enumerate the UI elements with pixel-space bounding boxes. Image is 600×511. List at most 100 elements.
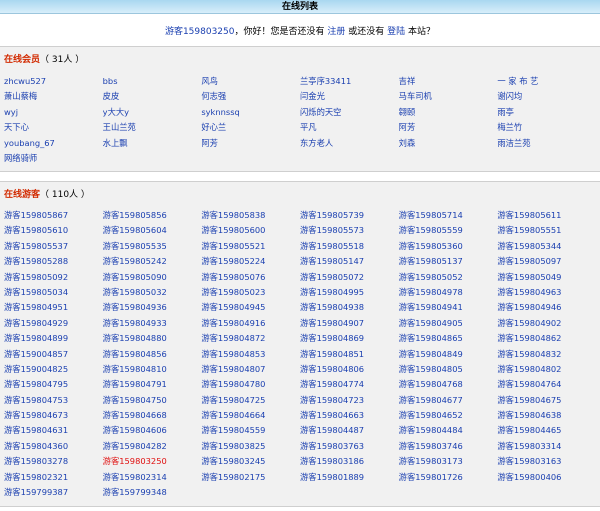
guest-link[interactable]: 游客159805049 bbox=[497, 270, 596, 285]
guest-link[interactable]: 游客159804869 bbox=[300, 331, 399, 346]
member-link[interactable]: 水上飘 bbox=[103, 136, 202, 151]
guest-link[interactable]: 游客159805092 bbox=[4, 270, 103, 285]
guest-link[interactable]: 游客159805551 bbox=[497, 223, 596, 238]
guest-link[interactable]: 游客159805573 bbox=[300, 223, 399, 238]
guest-link[interactable]: 游客159799387 bbox=[4, 485, 103, 500]
guest-link[interactable]: 游客159805023 bbox=[201, 285, 300, 300]
member-link[interactable]: y大大y bbox=[103, 105, 202, 120]
guest-link[interactable]: 游客159804806 bbox=[300, 362, 399, 377]
guest-link[interactable]: 游客159804664 bbox=[201, 408, 300, 423]
guest-link[interactable]: 游客159804905 bbox=[399, 316, 498, 331]
guest-link[interactable]: 游客159804802 bbox=[497, 362, 596, 377]
guest-link[interactable]: 游客159004857 bbox=[4, 347, 103, 362]
member-link[interactable]: 刘森 bbox=[399, 136, 498, 151]
guest-link[interactable]: 游客159804907 bbox=[300, 316, 399, 331]
guest-link[interactable]: 游客159803825 bbox=[201, 439, 300, 454]
member-link[interactable]: 兰亭序33411 bbox=[300, 74, 399, 89]
guest-link[interactable]: 游客159803186 bbox=[300, 454, 399, 469]
member-link[interactable]: 雨亭 bbox=[497, 105, 596, 120]
member-link[interactable]: 阿芳 bbox=[201, 136, 300, 151]
member-link[interactable]: 风鸟 bbox=[201, 74, 300, 89]
guest-link[interactable]: 游客159804872 bbox=[201, 331, 300, 346]
guest-link[interactable]: 游客159804675 bbox=[497, 393, 596, 408]
guest-link[interactable]: 游客159804780 bbox=[201, 377, 300, 392]
guest-link[interactable]: 游客159804963 bbox=[497, 285, 596, 300]
guest-link[interactable]: 游客159804764 bbox=[497, 377, 596, 392]
guest-link[interactable]: 游客159804916 bbox=[201, 316, 300, 331]
member-link[interactable]: 一 家 布 艺 bbox=[497, 74, 596, 89]
guest-link[interactable]: 游客159805052 bbox=[399, 270, 498, 285]
guest-link[interactable]: 游客159804673 bbox=[4, 408, 103, 423]
guest-link[interactable]: 游客159804725 bbox=[201, 393, 300, 408]
guest-link[interactable]: 游客159804795 bbox=[4, 377, 103, 392]
member-link[interactable]: 翱颐 bbox=[399, 105, 498, 120]
guest-link[interactable]: 游客159804638 bbox=[497, 408, 596, 423]
guest-link[interactable]: 游客159799348 bbox=[103, 485, 202, 500]
guest-link[interactable]: 游客159804652 bbox=[399, 408, 498, 423]
member-link[interactable]: bbs bbox=[103, 74, 202, 89]
guest-link[interactable]: 游客159804946 bbox=[497, 300, 596, 315]
guest-link[interactable]: 游客159805714 bbox=[399, 208, 498, 223]
guest-link[interactable]: 游客159804853 bbox=[201, 347, 300, 362]
member-link[interactable]: 马车司机 bbox=[399, 89, 498, 104]
guest-link[interactable]: 游客159802175 bbox=[201, 470, 300, 485]
guest-link[interactable]: 游客159804880 bbox=[103, 331, 202, 346]
guest-link[interactable]: 游客159805521 bbox=[201, 239, 300, 254]
guest-link[interactable]: 游客159804791 bbox=[103, 377, 202, 392]
member-link[interactable]: 闫金光 bbox=[300, 89, 399, 104]
guest-link[interactable]: 游客159805242 bbox=[103, 254, 202, 269]
guest-link[interactable]: 游客159805147 bbox=[300, 254, 399, 269]
guest-link[interactable]: 游客159804945 bbox=[201, 300, 300, 315]
guest-link[interactable]: 游客159803163 bbox=[497, 454, 596, 469]
guest-link[interactable]: 游客159804753 bbox=[4, 393, 103, 408]
guest-link[interactable]: 游客159805344 bbox=[497, 239, 596, 254]
guest-link[interactable]: 游客159804750 bbox=[103, 393, 202, 408]
guest-link[interactable]: 游客159804862 bbox=[497, 331, 596, 346]
member-link[interactable]: wyj bbox=[4, 105, 103, 120]
guest-link[interactable]: 游客159804282 bbox=[103, 439, 202, 454]
guest-link[interactable]: 游客159804723 bbox=[300, 393, 399, 408]
guest-link[interactable]: 游客159804941 bbox=[399, 300, 498, 315]
guest-link[interactable]: 游客159805600 bbox=[201, 223, 300, 238]
guest-link[interactable]: 游客159805076 bbox=[201, 270, 300, 285]
guest-link[interactable]: 游客159805537 bbox=[4, 239, 103, 254]
member-link[interactable]: 东方老人 bbox=[300, 136, 399, 151]
member-link[interactable]: 皮皮 bbox=[103, 89, 202, 104]
guest-link[interactable]: 游客159804938 bbox=[300, 300, 399, 315]
guest-link[interactable]: 游客159804810 bbox=[103, 362, 202, 377]
member-link[interactable]: syknnssq bbox=[201, 105, 300, 120]
guest-link[interactable]: 游客159004825 bbox=[4, 362, 103, 377]
guest-link[interactable]: 游客159804951 bbox=[4, 300, 103, 315]
guest-link[interactable]: 游客159804936 bbox=[103, 300, 202, 315]
guest-link[interactable]: 游客159803278 bbox=[4, 454, 103, 469]
member-link[interactable]: youbang_67 bbox=[4, 136, 103, 151]
guest-link[interactable]: 游客159800406 bbox=[497, 470, 596, 485]
guest-link[interactable]: 游客159805090 bbox=[103, 270, 202, 285]
current-user-link[interactable]: 游客159803250 bbox=[165, 27, 235, 37]
guest-link[interactable]: 游客159804559 bbox=[201, 423, 300, 438]
guest-link[interactable]: 游客159805224 bbox=[201, 254, 300, 269]
guest-link[interactable]: 游客159805838 bbox=[201, 208, 300, 223]
guest-link[interactable]: 游客159803173 bbox=[399, 454, 498, 469]
guest-link[interactable]: 游客159805518 bbox=[300, 239, 399, 254]
guest-link[interactable]: 游客159803250 bbox=[103, 454, 202, 469]
guest-link[interactable]: 游客159804933 bbox=[103, 316, 202, 331]
guest-link[interactable]: 游客159804995 bbox=[300, 285, 399, 300]
guest-link[interactable]: 游客159804849 bbox=[399, 347, 498, 362]
guest-link[interactable]: 游客159804465 bbox=[497, 423, 596, 438]
guest-link[interactable]: 游客159804805 bbox=[399, 362, 498, 377]
guest-link[interactable]: 游客159804856 bbox=[103, 347, 202, 362]
guest-link[interactable]: 游客159803746 bbox=[399, 439, 498, 454]
guest-link[interactable]: 游客159804807 bbox=[201, 362, 300, 377]
login-link[interactable]: 登陆 bbox=[387, 27, 405, 37]
guest-link[interactable]: 游客159804677 bbox=[399, 393, 498, 408]
guest-link[interactable]: 游客159804902 bbox=[497, 316, 596, 331]
guest-link[interactable]: 游客159804865 bbox=[399, 331, 498, 346]
guest-link[interactable]: 游客159804851 bbox=[300, 347, 399, 362]
guest-link[interactable]: 游客159805535 bbox=[103, 239, 202, 254]
guest-link[interactable]: 游客159804484 bbox=[399, 423, 498, 438]
guest-link[interactable]: 游客159805072 bbox=[300, 270, 399, 285]
guest-link[interactable]: 游客159804663 bbox=[300, 408, 399, 423]
guest-link[interactable]: 游客159804929 bbox=[4, 316, 103, 331]
guest-link[interactable]: 游客159804668 bbox=[103, 408, 202, 423]
